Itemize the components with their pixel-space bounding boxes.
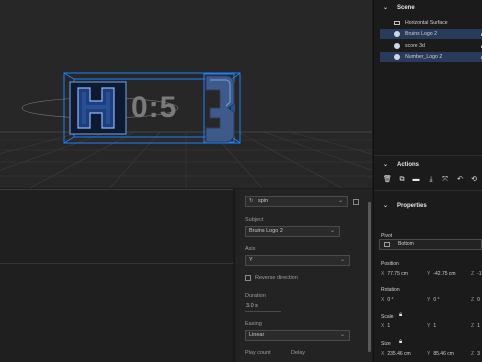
action-enable-checkbox[interactable] <box>353 199 359 205</box>
scale-z-value: 1 <box>477 323 480 329</box>
scale-z-field[interactable]: Z1 <box>471 323 480 329</box>
play-count-label: Play count <box>245 350 271 356</box>
actions-header-label: Actions <box>397 162 420 168</box>
pivot-select[interactable]: Bottom <box>379 239 482 250</box>
axis-label: Axis <box>245 246 256 252</box>
action-editor: ↻ spin ⌄ Subject Bruins Logo 2 ⌄ Axis Y … <box>234 189 372 362</box>
divider <box>374 155 482 156</box>
rotation-x-field[interactable]: X0 ° <box>381 297 394 303</box>
scene-item-label: Horizontal Surface <box>405 20 448 26</box>
subject-label: Subject <box>245 217 264 223</box>
score-display: 0:5 <box>131 91 178 124</box>
scale-y-field[interactable]: Y1 <box>427 323 436 329</box>
easing-select[interactable]: Linear ⌄ <box>245 330 350 341</box>
size-z-field[interactable]: Z3 <box>471 351 480 357</box>
rotation-y-value: 0 ° <box>433 297 440 303</box>
size-y-value: 85.46 cm <box>433 351 454 357</box>
pivot-value: Bottom <box>398 241 414 247</box>
scene-viewport[interactable]: 0:5 <box>0 0 372 188</box>
rotation-z-value: 0 <box>477 297 480 303</box>
pivot-swatch-icon <box>384 242 390 247</box>
position-y-field[interactable]: Y -42.75 cm <box>427 271 456 277</box>
scene-item-label: score 3d <box>405 43 425 49</box>
easing-value: Linear <box>249 332 265 338</box>
rotation-label: Rotation <box>381 287 400 293</box>
redo-icon[interactable]: ⟲ <box>470 176 478 184</box>
duplicate-icon[interactable]: ⧉ <box>398 176 406 184</box>
chevron-down-icon: ⌄ <box>339 257 345 263</box>
object-icon <box>394 43 400 49</box>
editor-scrollbar[interactable] <box>368 202 371 352</box>
chevron-down-icon: ⌄ <box>329 228 335 234</box>
duration-label: Duration <box>245 293 266 299</box>
lock-icon[interactable]: 🔒︎ <box>399 312 402 319</box>
import-icon[interactable]: ⤓ <box>427 176 435 184</box>
scene-item-score-3d[interactable]: score 3d 🔒︎ <box>380 41 482 51</box>
easing-label: Easing <box>245 321 262 327</box>
undo-icon[interactable]: ↶ <box>456 176 464 184</box>
timeline-panel[interactable] <box>0 189 233 362</box>
chevron-down-icon: ⌄ <box>383 5 389 11</box>
duration-input[interactable]: 3.0 s <box>245 301 281 312</box>
lock-icon[interactable]: 🔒︎ <box>399 339 402 346</box>
subject-select[interactable]: Bruins Logo 2 ⌄ <box>245 226 340 237</box>
position-z-field[interactable]: Z -1 <box>471 271 482 277</box>
position-y-value: -42.75 cm <box>433 271 456 277</box>
chevron-down-icon: ⌄ <box>337 198 343 204</box>
refresh-icon: ↻ <box>249 198 254 204</box>
object-icon <box>394 31 400 37</box>
numeral-3d <box>205 75 235 143</box>
logo-letter <box>69 81 127 135</box>
position-x-value: 77.75 cm <box>387 271 408 277</box>
axis-select[interactable]: Y ⌄ <box>245 255 350 266</box>
properties-section-header[interactable]: ⌄ Properties <box>374 199 482 213</box>
scene-item-label: Bruins Logo 2 <box>405 31 438 37</box>
scale-y-value: 1 <box>433 323 437 329</box>
divider <box>374 190 482 191</box>
chevron-down-icon: ⌄ <box>383 203 389 209</box>
rotation-y-field[interactable]: Y0 ° <box>427 297 440 303</box>
size-z-value: 3 <box>477 351 480 357</box>
actions-section-header[interactable]: ⌄ Actions <box>374 158 482 172</box>
chevron-down-icon: ⌄ <box>339 332 345 338</box>
object-icon <box>394 54 400 60</box>
delete-icon[interactable]: 🗑︎ <box>383 176 392 184</box>
size-label: Size <box>381 341 391 347</box>
size-y-field[interactable]: Y 85.46 cm <box>427 351 454 357</box>
reverse-direction-label: Reverse direction <box>255 275 298 281</box>
scene-header-label: Scene <box>397 5 415 11</box>
axis-value: Y <box>249 257 253 263</box>
scale-x-field[interactable]: X1 <box>381 323 390 329</box>
action-select[interactable]: ↻ spin ⌄ <box>245 196 348 207</box>
scale-x-value: 1 <box>387 323 391 329</box>
scene-item-bruins-logo[interactable]: Bruins Logo 2 🔒︎ <box>380 29 482 39</box>
timeline-track <box>0 263 233 264</box>
scene-item-number-logo[interactable]: Number_Logo 2 🔒︎ <box>380 52 482 62</box>
scale-label: Scale <box>381 314 394 320</box>
properties-header-label: Properties <box>397 203 427 209</box>
scene-item-horizontal-surface[interactable]: Horizontal Surface <box>380 18 482 28</box>
size-x-value: 235.46 cm <box>387 351 411 357</box>
transform-icon[interactable]: ⤧ <box>441 176 449 184</box>
plane-icon <box>394 21 400 25</box>
size-x-field[interactable]: X 235.46 cm <box>381 351 411 357</box>
action-select-value: spin <box>258 198 269 204</box>
folder-icon[interactable]: ▬ <box>412 176 420 184</box>
reverse-direction-checkbox[interactable] <box>245 275 251 281</box>
subject-value: Bruins Logo 2 <box>249 228 283 234</box>
rotation-z-field[interactable]: Z0 <box>471 297 480 303</box>
position-x-field[interactable]: X 77.75 cm <box>381 271 408 277</box>
scene-section-header[interactable]: ⌄ Scene <box>374 1 482 15</box>
chevron-down-icon: ⌄ <box>383 162 389 168</box>
scene-item-label: Number_Logo 2 <box>405 54 443 60</box>
delay-label: Delay <box>291 350 306 356</box>
right-panel: ⌄ Scene Horizontal Surface Bruins Logo 2… <box>373 0 482 362</box>
position-label: Position <box>381 261 399 267</box>
viewport-grid <box>0 72 372 188</box>
rotation-x-value: 0 ° <box>387 297 394 303</box>
position-z-value: -1 <box>477 271 482 277</box>
